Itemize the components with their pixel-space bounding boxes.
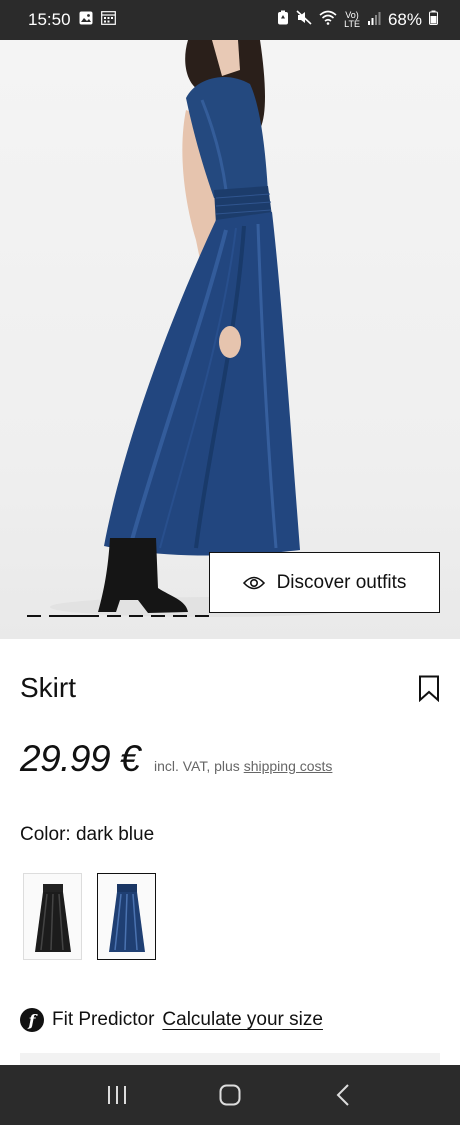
page-dot xyxy=(195,615,209,617)
status-right: Vo) LTE 68% xyxy=(277,10,438,30)
battery-icon xyxy=(429,10,438,30)
next-section-peek xyxy=(20,1053,440,1065)
color-value: dark blue xyxy=(75,824,155,845)
back-icon xyxy=(336,1084,350,1106)
status-time: 15:50 xyxy=(28,10,71,29)
battery-saver-icon xyxy=(277,10,289,30)
fit-predictor-row: f Fit Predictor Calculate your size xyxy=(20,1008,323,1032)
signal-icon xyxy=(367,10,381,30)
product-title: Skirt xyxy=(20,672,76,703)
model-illustration xyxy=(50,40,370,617)
system-nav-bar xyxy=(0,1065,460,1125)
wifi-icon xyxy=(319,10,337,30)
dark-blue-skirt-thumbnail xyxy=(108,883,145,952)
status-left: 15:50 xyxy=(28,10,116,30)
shipping-costs-link[interactable]: shipping costs xyxy=(244,758,333,774)
volte-line2: LTE xyxy=(344,19,360,29)
calculate-size-link[interactable]: Calculate your size xyxy=(162,1009,323,1031)
page-dot xyxy=(27,615,41,617)
calendar-icon xyxy=(100,10,116,30)
status-bar: 15:50 Vo) LTE 68% xyxy=(0,0,460,40)
recents-button[interactable] xyxy=(97,1075,137,1115)
bookmark-icon[interactable] xyxy=(418,675,440,702)
color-swatch-dark-blue[interactable] xyxy=(97,873,156,960)
image-icon xyxy=(79,10,93,30)
home-icon xyxy=(219,1084,241,1106)
color-label: Color: xyxy=(20,824,71,845)
color-swatch-black[interactable] xyxy=(23,873,82,960)
volte-icon: Vo) LTE xyxy=(344,11,360,29)
price-note: incl. VAT, plus shipping costs xyxy=(154,758,332,774)
fit-predictor-label: Fit Predictor xyxy=(52,1009,155,1030)
page-dot-active xyxy=(49,615,99,617)
price-row: 29.99 € incl. VAT, plus shipping costs xyxy=(20,738,332,780)
product-price: 29.99 € xyxy=(20,738,140,779)
page-dot xyxy=(129,615,143,617)
fit-predictor-icon: f xyxy=(20,1008,44,1032)
mute-icon xyxy=(296,10,312,30)
back-button[interactable] xyxy=(323,1075,363,1115)
black-skirt-thumbnail xyxy=(34,883,71,952)
discover-outfits-label: Discover outfits xyxy=(276,571,407,593)
recents-icon xyxy=(107,1086,126,1104)
title-row: Skirt xyxy=(20,672,440,704)
battery-percent: 68% xyxy=(387,10,422,29)
price-note-text: incl. VAT, plus xyxy=(153,758,240,774)
eye-icon xyxy=(242,576,265,589)
home-button[interactable] xyxy=(210,1075,250,1115)
page-dot xyxy=(151,615,165,617)
product-image[interactable]: Discover outfits xyxy=(0,40,460,639)
color-row: Color: dark blue xyxy=(20,824,154,846)
page-dot xyxy=(173,615,187,617)
discover-outfits-button[interactable]: Discover outfits xyxy=(209,552,440,613)
image-page-indicator xyxy=(27,615,209,617)
page-dot xyxy=(107,615,121,617)
